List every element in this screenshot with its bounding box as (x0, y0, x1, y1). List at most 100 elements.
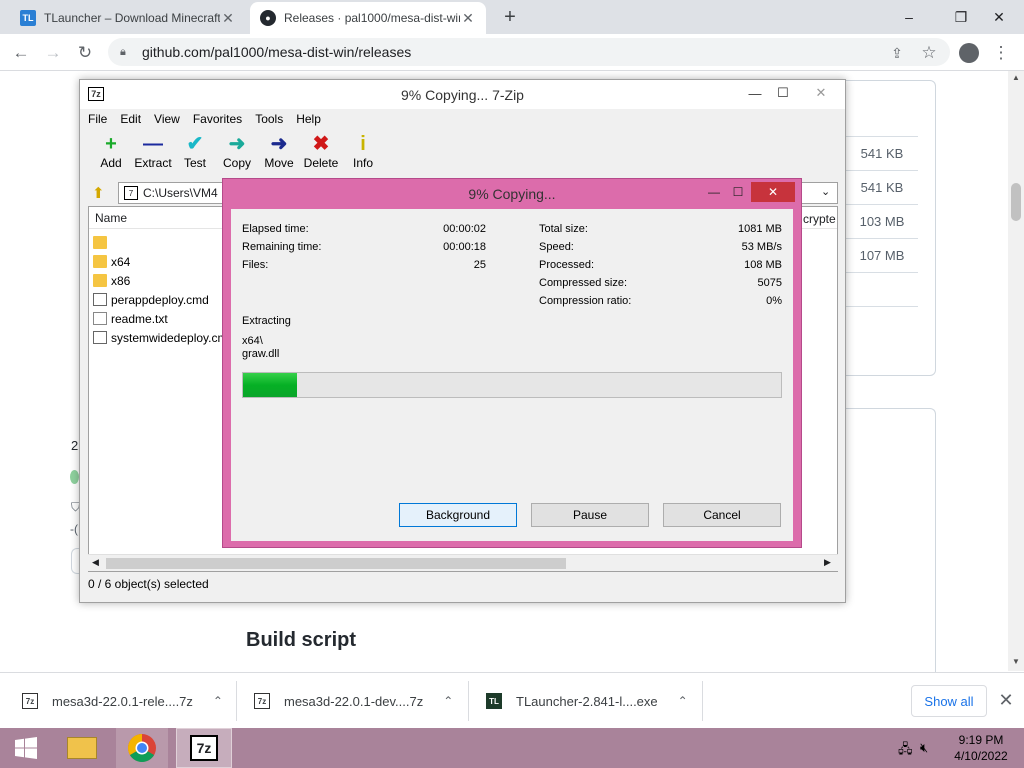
sevenzip-titlebar[interactable]: 7z 9% Copying... 7-Zip — ☐ ✕ (80, 80, 845, 109)
toolbar-label: Delete (303, 156, 339, 170)
status-bar: 0 / 6 object(s) selected (88, 577, 209, 591)
stat-value: 108 MB (744, 259, 782, 271)
menu-help[interactable]: Help (296, 112, 321, 126)
start-button[interactable] (0, 728, 52, 768)
scroll-down-icon[interactable]: ▼ (1012, 657, 1020, 666)
minimize-button[interactable]: — (701, 182, 727, 202)
download-item[interactable]: 7z mesa3d-22.0.1-rele....7z ⌃ (22, 673, 223, 729)
browser-toolbar: ← → ↻ 🔒︎ github.com/pal1000/mesa-dist-wi… (0, 34, 1024, 71)
chrome-menu-icon[interactable]: ⋮ (988, 40, 1014, 66)
window-minimize-button[interactable]: – (886, 0, 932, 34)
close-button[interactable]: ✕ (751, 182, 795, 202)
tab-tlauncher[interactable]: TL TLauncher – Download Minecraft ✕ (10, 2, 246, 34)
download-item[interactable]: 7z mesa3d-22.0.1-dev....7z ⌃ (254, 673, 453, 729)
tab-title: Releases · pal1000/mesa-dist-win (284, 11, 460, 25)
progress-titlebar[interactable]: 9% Copying... — ☐ ✕ (223, 179, 801, 209)
scroll-right-icon[interactable]: ▶ (824, 557, 831, 568)
column-header-partial[interactable]: crypte (803, 212, 836, 226)
chevron-up-icon[interactable]: ⌃ (213, 694, 223, 708)
toolbar-add-button[interactable]: + Add (90, 132, 132, 178)
toolbar-extract-button[interactable]: — Extract (132, 132, 174, 178)
scroll-thumb[interactable] (106, 558, 566, 569)
archive-file-icon: 7z (22, 693, 38, 709)
up-folder-icon[interactable]: ⬆ (92, 184, 105, 202)
close-tab-icon[interactable]: ✕ (220, 10, 236, 27)
stat-label: Total size: (539, 223, 588, 235)
stat-label: Files: (242, 259, 269, 271)
chevron-down-icon[interactable]: ⌄ (821, 185, 830, 198)
menu-edit[interactable]: Edit (120, 112, 141, 126)
asset-row-empty (846, 306, 918, 339)
asset-size: 103 MB (846, 204, 918, 237)
network-icon[interactable]: 🖧︎ (898, 740, 913, 762)
scroll-up-icon[interactable]: ▲ (1012, 73, 1020, 82)
download-shelf: 7z mesa3d-22.0.1-rele....7z ⌃ 7z mesa3d-… (0, 672, 1024, 728)
forward-icon[interactable]: → (40, 40, 66, 66)
lock-icon: 🔒︎ (120, 45, 126, 58)
download-name: TLauncher-2.841-l....exe (516, 693, 658, 709)
background-button[interactable]: Background (399, 503, 517, 527)
toolbar-info-button[interactable]: i Info (342, 132, 384, 178)
menu-favorites[interactable]: Favorites (193, 112, 242, 126)
toolbar-copy-button[interactable]: ➜ Copy (216, 132, 258, 178)
toolbar-label: Move (264, 156, 294, 170)
reaction-icon (70, 470, 79, 484)
toolbar-test-button[interactable]: ✔ Test (174, 132, 216, 178)
clock-time: 9:19 PM (958, 733, 1004, 747)
close-tab-icon[interactable]: ✕ (460, 10, 476, 27)
file-row[interactable]: x86 (93, 271, 130, 290)
close-shelf-icon[interactable]: ✕ (996, 689, 1016, 711)
toolbar-label: Extract (134, 156, 172, 170)
file-row[interactable]: x64 (93, 252, 130, 271)
sevenzip-taskbar-icon[interactable]: 7z (176, 728, 232, 768)
file-name: systemwidedeploy.cmd (111, 330, 235, 345)
bookmark-star-icon[interactable]: ☆ (916, 40, 942, 66)
maximize-button[interactable]: ☐ (768, 82, 798, 104)
page-scrollbar[interactable]: ▲ ▼ (1008, 71, 1024, 671)
stat-label: Remaining time: (242, 241, 322, 253)
volume-muted-icon[interactable]: 🔇︎ (920, 740, 928, 756)
address-bar[interactable]: 🔒︎ github.com/pal1000/mesa-dist-win/rele… (108, 38, 950, 66)
maximize-button[interactable]: ☐ (725, 182, 751, 202)
share-icon[interactable]: ⇪ (884, 40, 910, 66)
file-name: perappdeploy.cmd (111, 292, 209, 307)
scroll-thumb[interactable] (1011, 183, 1021, 221)
reload-icon[interactable]: ↻ (72, 40, 98, 66)
asset-size: 541 KB (846, 170, 918, 203)
file-row[interactable]: systemwidedeploy.cmd (93, 328, 234, 347)
menu-view[interactable]: View (154, 112, 180, 126)
tab-releases[interactable]: ● Releases · pal1000/mesa-dist-win ✕ (250, 2, 486, 34)
show-all-button[interactable]: Show all (911, 685, 987, 717)
pause-button[interactable]: Pause (531, 503, 649, 527)
system-clock[interactable]: 9:19 PM 4/10/2022 (944, 732, 1018, 764)
path-text: C:\Users\VM4 (143, 186, 218, 200)
close-button[interactable]: ✕ (802, 82, 840, 104)
partial-text: -( (70, 522, 78, 536)
minimize-button[interactable]: — (740, 82, 770, 104)
toolbar-label: Test (183, 156, 206, 170)
window-title: 9% Copying... 7-Zip (401, 86, 524, 103)
clock-date: 4/10/2022 (954, 749, 1008, 763)
chrome-taskbar-icon[interactable] (116, 728, 168, 768)
scroll-left-icon[interactable]: ◀ (92, 557, 99, 568)
profile-avatar-icon[interactable] (956, 40, 982, 66)
horizontal-scrollbar[interactable]: ◀ ▶ (88, 554, 838, 571)
chevron-up-icon[interactable]: ⌃ (443, 694, 453, 708)
menu-file[interactable]: File (88, 112, 107, 126)
chevron-up-icon[interactable]: ⌃ (678, 694, 688, 708)
toolbar-delete-button[interactable]: ✖ Delete (300, 132, 342, 178)
file-row[interactable]: readme.txt (93, 309, 168, 328)
new-tab-button[interactable]: + (498, 4, 522, 30)
toolbar-move-button[interactable]: ➜ Move (258, 132, 300, 178)
download-item[interactable]: TL TLauncher-2.841-l....exe ⌃ (486, 673, 688, 729)
window-close-button[interactable]: ✕ (976, 0, 1022, 34)
file-row[interactable] (93, 233, 111, 252)
file-explorer-icon[interactable] (56, 728, 108, 768)
script-file-icon (93, 331, 107, 344)
text-file-icon (93, 312, 107, 325)
back-icon[interactable]: ← (8, 40, 34, 66)
progress-fill (243, 373, 297, 397)
menu-tools[interactable]: Tools (255, 112, 283, 126)
cancel-button[interactable]: Cancel (663, 503, 781, 527)
file-row[interactable]: perappdeploy.cmd (93, 290, 209, 309)
